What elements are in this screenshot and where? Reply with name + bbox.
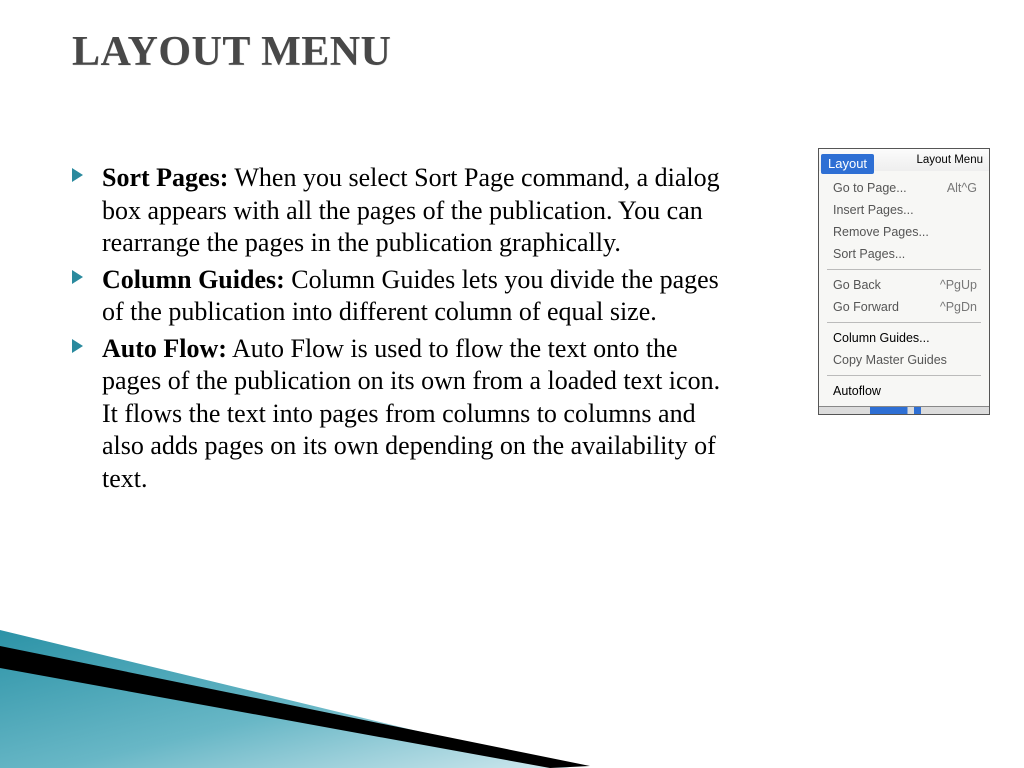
menu-item-label: Remove Pages... xyxy=(833,225,929,239)
bullet-list: Sort Pages: When you select Sort Page co… xyxy=(72,162,742,499)
bg-line xyxy=(0,548,620,768)
menu-item-label: Go Forward xyxy=(833,300,899,314)
layout-menu-figure: Layout Layout Menu Go to Page... Alt^G I… xyxy=(818,148,990,415)
menu-separator xyxy=(827,269,981,270)
list-item: Sort Pages: When you select Sort Page co… xyxy=(72,162,742,260)
menu-body: Go to Page... Alt^G Insert Pages... Remo… xyxy=(819,171,989,406)
bullet-icon xyxy=(72,333,102,496)
menu-item-sort-pages[interactable]: Sort Pages... xyxy=(819,243,989,265)
menu-item-go-forward[interactable]: Go Forward ^PgDn xyxy=(819,296,989,318)
bullet-icon xyxy=(72,162,102,260)
bullet-bold: Column Guides: xyxy=(102,265,285,294)
menu-item-shortcut: Alt^G xyxy=(947,181,977,195)
menu-item-label: Sort Pages... xyxy=(833,247,905,261)
bg-triangle xyxy=(0,548,620,768)
bullet-text: Column Guides: Column Guides lets you di… xyxy=(102,264,742,329)
bullet-icon xyxy=(72,264,102,329)
menu-item-insert-pages[interactable]: Insert Pages... xyxy=(819,199,989,221)
menu-item-copy-master-guides[interactable]: Copy Master Guides xyxy=(819,349,989,371)
bullet-bold: Sort Pages: xyxy=(102,163,228,192)
bullet-text: Sort Pages: When you select Sort Page co… xyxy=(102,162,742,260)
menu-item-shortcut: ^PgUp xyxy=(940,278,977,292)
menu-item-go-back[interactable]: Go Back ^PgUp xyxy=(819,274,989,296)
menu-item-goto-page[interactable]: Go to Page... Alt^G xyxy=(819,177,989,199)
list-item: Auto Flow: Auto Flow is used to flow the… xyxy=(72,333,742,496)
menu-separator xyxy=(827,322,981,323)
menu-header: Layout Layout Menu xyxy=(819,149,989,171)
menu-footer-strip xyxy=(819,406,989,414)
menu-tab-layout[interactable]: Layout xyxy=(821,154,874,174)
menu-item-label: Copy Master Guides xyxy=(833,353,947,367)
bullet-text: Auto Flow: Auto Flow is used to flow the… xyxy=(102,333,742,496)
menu-item-label: Go Back xyxy=(833,278,881,292)
menu-caption: Layout Menu xyxy=(917,152,984,166)
menu-item-label: Autoflow xyxy=(833,384,881,398)
menu-item-remove-pages[interactable]: Remove Pages... xyxy=(819,221,989,243)
menu-item-label: Insert Pages... xyxy=(833,203,914,217)
menu-item-label: Go to Page... xyxy=(833,181,907,195)
page-title: LAYOUT MENU xyxy=(72,28,391,76)
bullet-bold: Auto Flow: xyxy=(102,334,227,363)
menu-item-autoflow[interactable]: Autoflow xyxy=(819,380,989,402)
menu-item-label: Column Guides... xyxy=(833,331,930,345)
list-item: Column Guides: Column Guides lets you di… xyxy=(72,264,742,329)
menu-item-column-guides[interactable]: Column Guides... xyxy=(819,327,989,349)
menu-item-shortcut: ^PgDn xyxy=(940,300,977,314)
menu-separator xyxy=(827,375,981,376)
